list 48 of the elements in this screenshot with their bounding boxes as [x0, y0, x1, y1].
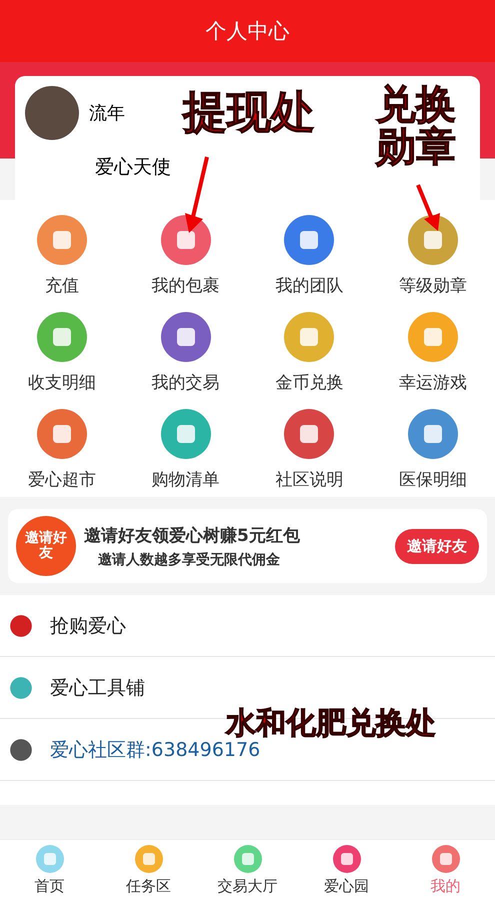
feature-item[interactable]: 等级勋章 [371, 214, 495, 297]
banner-headline: 邀请好友领爱心树赚5元红包 [84, 524, 301, 546]
feature-icon [36, 214, 88, 266]
menu-icon [8, 736, 34, 762]
invite-button[interactable]: 邀请好友 [395, 528, 479, 564]
feature-icon [283, 408, 336, 460]
feature-icon [160, 214, 212, 266]
menu-icon [8, 612, 34, 638]
tab-icon [134, 844, 164, 874]
feature-item[interactable]: 医保明细 [371, 408, 495, 491]
feature-item[interactable]: 购物清单 [124, 408, 248, 491]
tab-item[interactable]: 首页 [0, 840, 99, 900]
invite-badge: 邀请好友 [16, 516, 76, 576]
annotation-text: 提现处 [183, 90, 315, 136]
feature-icon [407, 408, 460, 460]
menu-item[interactable]: 抢购爱心 [0, 595, 495, 657]
tab-item[interactable]: 爱心园 [297, 840, 396, 900]
feature-item[interactable]: 我的交易 [124, 311, 248, 394]
page-title: 个人中心 [206, 18, 290, 45]
feature-item[interactable]: 我的团队 [248, 214, 372, 297]
feature-icon [36, 408, 88, 460]
feature-icon [283, 311, 336, 363]
feature-item[interactable]: 金币兑换 [248, 311, 372, 394]
tab-icon [332, 844, 362, 874]
tab-icon [34, 844, 64, 874]
feature-item[interactable]: 社区说明 [248, 408, 372, 491]
feature-icon [407, 311, 460, 363]
feature-icon [283, 214, 336, 266]
tab-icon [430, 844, 460, 874]
tab-icon [232, 844, 262, 874]
feature-item[interactable]: 我的包裹 [124, 214, 248, 297]
tab-item[interactable]: 交易大厅 [198, 840, 297, 900]
feature-icon [160, 311, 212, 363]
banner-subline: 邀请人数越多享受无限代佣金 [98, 550, 281, 568]
feature-icon [36, 311, 88, 363]
user-name: 流年 [89, 102, 125, 125]
feature-icon [407, 214, 460, 266]
feature-item[interactable]: 幸运游戏 [371, 311, 495, 394]
feature-item[interactable]: 充值 [0, 214, 124, 297]
tab-item[interactable]: 任务区 [99, 840, 198, 900]
invite-banner[interactable]: 邀请好友 邀请好友领爱心树赚5元红包 邀请人数越多享受无限代佣金 邀请好友 [8, 509, 487, 583]
menu-icon [8, 674, 34, 700]
feature-icon [160, 408, 212, 460]
avatar-circle [25, 86, 79, 140]
feature-item[interactable]: 收支明细 [0, 311, 124, 394]
feature-item[interactable]: 爱心超市 [0, 408, 124, 491]
user-title: 爱心天使 [95, 155, 172, 180]
annotation-text: 兑换勋章 [376, 84, 457, 168]
